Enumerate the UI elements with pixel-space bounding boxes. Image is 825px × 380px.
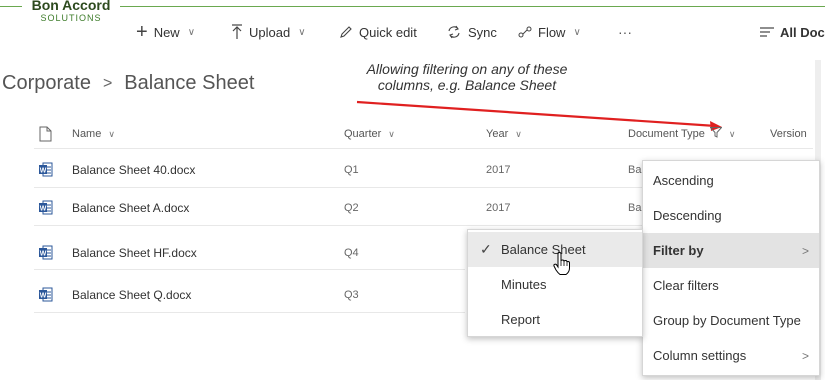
column-header-version[interactable]: Version: [770, 120, 807, 148]
column-version-label: Version: [770, 128, 807, 140]
word-document-icon: W: [39, 152, 53, 187]
filter-option-label: Balance Sheet: [501, 242, 586, 257]
column-header-quarter[interactable]: Quarter ∨: [344, 120, 395, 148]
breadcrumb: Corporate > Balance Sheet: [2, 72, 254, 95]
new-label: New: [153, 24, 180, 40]
filter-option-report[interactable]: Report: [468, 302, 642, 337]
quick-edit-label: Quick edit: [359, 24, 417, 40]
filter-option-label: Report: [501, 312, 541, 327]
word-document-icon: W: [39, 190, 53, 225]
command-bar: + New ∨ Upload ∨ Quick edit Sync Flow ∨ …: [0, 14, 825, 50]
breadcrumb-current: Balance Sheet: [124, 72, 255, 94]
pencil-icon: [339, 25, 353, 39]
row-quarter: Q4: [344, 246, 359, 259]
chevron-down-icon: ∨: [573, 26, 581, 38]
column-header-year[interactable]: Year ∨: [486, 120, 522, 148]
row-year: 2017: [486, 201, 511, 214]
row-divider: [34, 269, 465, 270]
logo-rule: [0, 6, 825, 7]
logo-main-text: Bon Accord: [31, 0, 111, 13]
header-divider: [34, 148, 813, 149]
quick-edit-button[interactable]: Quick edit: [339, 14, 417, 50]
column-header-document-type[interactable]: Document Type ∨: [628, 120, 735, 148]
plus-icon: +: [136, 21, 148, 43]
row-name[interactable]: Balance Sheet HF.docx: [72, 235, 197, 270]
sync-button[interactable]: Sync: [446, 14, 497, 50]
chevron-right-icon: >: [801, 348, 809, 363]
chevron-down-icon: ∨: [298, 26, 306, 38]
flow-button[interactable]: Flow ∨: [518, 14, 581, 50]
chevron-down-icon: ∨: [515, 128, 522, 139]
row-name[interactable]: Balance Sheet Q.docx: [72, 277, 191, 312]
chevron-down-icon: ∨: [728, 128, 736, 139]
annotation-line-2: columns, e.g. Balance Sheet: [377, 77, 557, 93]
menu-item-column-settings[interactable]: Column settings >: [643, 338, 819, 373]
column-document-type-label: Document Type: [628, 128, 705, 140]
svg-text:W: W: [40, 168, 47, 175]
annotation-text: Allowing filtering on any of these colum…: [344, 61, 590, 93]
column-context-menu: Ascending Descending Filter by > Clear f…: [642, 160, 820, 376]
upload-icon: [231, 24, 243, 40]
row-divider: [34, 312, 465, 313]
list-header: Name ∨ Quarter ∨ Year ∨ Document Type ∨ …: [0, 120, 825, 148]
menu-item-column-settings-label: Column settings: [653, 348, 747, 363]
menu-item-ascending[interactable]: Ascending: [643, 163, 819, 198]
row-quarter: Q3: [344, 288, 359, 301]
flow-icon: [518, 26, 532, 38]
breadcrumb-separator: >: [102, 74, 113, 92]
menu-item-filter-by-label: Filter by: [653, 243, 704, 258]
row-name[interactable]: Balance Sheet 40.docx: [72, 152, 195, 187]
flow-label: Flow: [538, 24, 566, 40]
new-button[interactable]: + New ∨: [136, 14, 195, 50]
row-year: 2017: [486, 163, 511, 176]
column-header-name[interactable]: Name ∨: [72, 120, 115, 148]
menu-item-clear-filters[interactable]: Clear filters: [643, 268, 819, 303]
check-icon: ✓: [480, 241, 492, 257]
chevron-down-icon: ∨: [187, 26, 196, 38]
sync-icon: [446, 25, 462, 39]
menu-item-group-by[interactable]: Group by Document Type: [643, 303, 819, 338]
menu-item-filter-by[interactable]: Filter by >: [643, 233, 819, 268]
chevron-down-icon: ∨: [388, 128, 395, 139]
menu-item-descending[interactable]: Descending: [643, 198, 819, 233]
upload-label: Upload: [249, 24, 291, 40]
column-name-label: Name: [72, 128, 102, 140]
sync-label: Sync: [468, 24, 497, 40]
word-document-icon: W: [39, 235, 53, 270]
column-year-label: Year: [486, 128, 509, 140]
more-button[interactable]: ···: [618, 14, 632, 50]
svg-text:W: W: [40, 251, 47, 258]
hand-cursor-icon: [553, 252, 570, 275]
breadcrumb-parent[interactable]: Corporate: [2, 72, 91, 95]
more-icon: ···: [618, 24, 632, 40]
row-quarter: Q2: [344, 201, 359, 214]
annotation-line-1: Allowing filtering on any of these: [366, 61, 568, 77]
column-quarter-label: Quarter: [344, 128, 382, 140]
word-document-icon: W: [39, 277, 53, 312]
view-switcher[interactable]: All Doc: [760, 14, 825, 50]
svg-text:W: W: [40, 293, 47, 300]
svg-text:W: W: [40, 206, 47, 213]
view-label: All Doc: [780, 24, 825, 40]
file-type-header-icon: [39, 120, 52, 148]
chevron-right-icon: >: [801, 243, 809, 258]
view-list-icon: [760, 27, 774, 37]
filter-option-label: Minutes: [501, 277, 547, 292]
filter-submenu: ✓ Balance Sheet Minutes Report: [467, 229, 643, 337]
row-name[interactable]: Balance Sheet A.docx: [72, 190, 189, 225]
upload-button[interactable]: Upload ∨: [231, 14, 306, 50]
row-quarter: Q1: [344, 163, 359, 176]
filter-icon: [709, 127, 723, 141]
chevron-down-icon: ∨: [108, 128, 115, 139]
